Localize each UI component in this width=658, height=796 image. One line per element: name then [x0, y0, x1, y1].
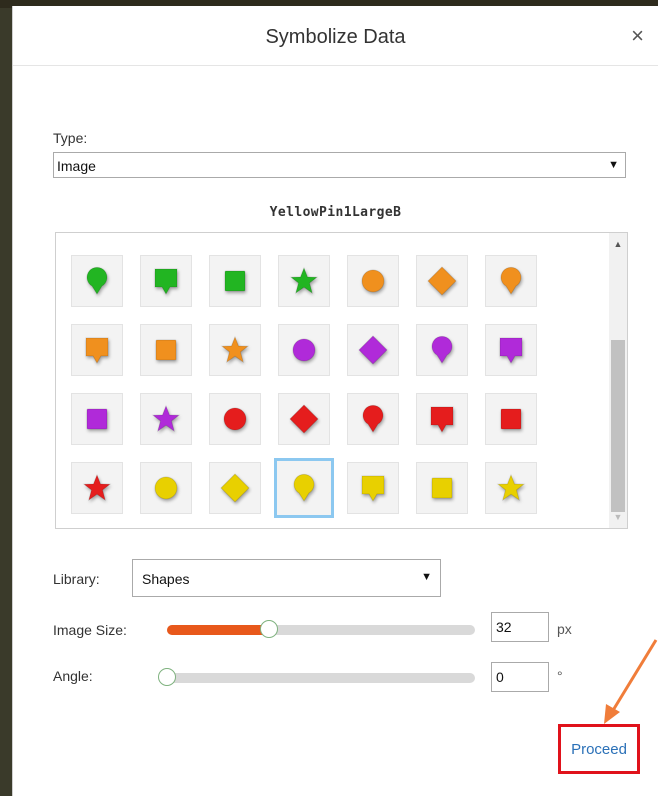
- chevron-down-icon: ▼: [608, 159, 619, 171]
- callout-icon: [85, 337, 109, 365]
- square-icon: [431, 477, 453, 499]
- star-icon: [220, 335, 250, 364]
- pin-icon: [500, 266, 522, 295]
- proceed-highlight-box: Proceed: [558, 724, 640, 774]
- square-icon: [86, 408, 108, 430]
- circle-icon: [361, 269, 385, 293]
- dialog-title: Symbolize Data: [265, 26, 406, 48]
- scroll-up-icon[interactable]: ▲: [609, 239, 627, 249]
- proceed-button[interactable]: Proceed: [561, 727, 637, 771]
- star-icon: [496, 473, 526, 502]
- symbolize-data-dialog: Symbolize Data × Type: Image ▼ YellowPin…: [12, 6, 658, 796]
- dialog-titlebar: Symbolize Data ×: [13, 6, 658, 66]
- image-size-label: Image Size:: [53, 622, 127, 638]
- symbol-cell-orange-square[interactable]: [140, 324, 192, 376]
- angle-slider-handle[interactable]: [158, 668, 176, 686]
- symbol-cell-purple-circle[interactable]: [278, 324, 330, 376]
- selected-symbol-name: YellowPin1LargeB: [269, 205, 402, 220]
- callout-icon: [154, 268, 178, 296]
- square-icon: [500, 408, 522, 430]
- square-icon: [155, 339, 177, 361]
- image-size-slider-fill: [167, 625, 269, 635]
- image-size-unit: px: [557, 621, 572, 637]
- callout-icon: [499, 337, 523, 365]
- scroll-down-icon[interactable]: ▼: [609, 512, 627, 522]
- callout-icon: [361, 475, 385, 503]
- library-select[interactable]: Shapes ▼: [132, 559, 441, 597]
- star-icon: [151, 404, 181, 433]
- angle-label: Angle:: [53, 668, 93, 684]
- angle-input[interactable]: 0: [491, 662, 549, 692]
- library-label: Library:: [53, 571, 100, 587]
- circle-icon: [154, 476, 178, 500]
- diamond-icon: [220, 473, 250, 503]
- symbol-cell-green-star[interactable]: [278, 255, 330, 307]
- symbol-cell-purple-callout[interactable]: [485, 324, 537, 376]
- pin-icon: [293, 473, 315, 502]
- symbol-cell-orange-circle[interactable]: [347, 255, 399, 307]
- chevron-down-icon: ▼: [421, 571, 432, 583]
- star-icon: [82, 473, 112, 502]
- circle-icon: [223, 407, 247, 431]
- symbol-cell-green-pin[interactable]: [71, 255, 123, 307]
- pin-icon: [431, 335, 453, 364]
- image-size-input[interactable]: 32: [491, 612, 549, 642]
- image-size-slider-handle[interactable]: [259, 620, 278, 638]
- square-icon: [224, 270, 246, 292]
- scrollbar-thumb[interactable]: [611, 340, 625, 512]
- diamond-icon: [427, 266, 457, 296]
- symbol-cell-yellow-callout[interactable]: [347, 462, 399, 514]
- symbol-cell-red-star[interactable]: [71, 462, 123, 514]
- symbol-cell-red-pin[interactable]: [347, 393, 399, 445]
- symbol-cell-purple-star[interactable]: [140, 393, 192, 445]
- symbol-cell-yellow-circle[interactable]: [140, 462, 192, 514]
- star-icon: [289, 266, 319, 295]
- symbol-cell-green-callout[interactable]: [140, 255, 192, 307]
- symbol-cell-yellow-star[interactable]: [485, 462, 537, 514]
- circle-icon: [292, 338, 316, 362]
- annotation-arrow-icon: [604, 639, 658, 724]
- symbol-cell-yellow-square[interactable]: [416, 462, 468, 514]
- type-select-value: Image: [57, 158, 96, 174]
- symbol-cell-orange-diamond[interactable]: [416, 255, 468, 307]
- symbol-cell-orange-pin[interactable]: [485, 255, 537, 307]
- callout-icon: [430, 406, 454, 434]
- gallery-scrollbar[interactable]: ▲ ▼: [609, 233, 627, 528]
- symbol-cell-orange-star[interactable]: [209, 324, 261, 376]
- type-select[interactable]: Image ▼: [53, 152, 626, 178]
- symbol-cell-red-circle[interactable]: [209, 393, 261, 445]
- pin-icon: [86, 266, 108, 295]
- symbol-cell-yellow-pin[interactable]: [274, 458, 334, 518]
- symbol-cell-purple-diamond[interactable]: [347, 324, 399, 376]
- symbol-cell-green-square[interactable]: [209, 255, 261, 307]
- angle-slider[interactable]: [158, 668, 475, 686]
- library-select-value: Shapes: [142, 571, 190, 587]
- pin-icon: [362, 404, 384, 433]
- diamond-icon: [289, 404, 319, 434]
- symbol-gallery: ▲ ▼: [55, 232, 628, 529]
- diamond-icon: [358, 335, 388, 365]
- symbol-cell-red-callout[interactable]: [416, 393, 468, 445]
- close-icon[interactable]: ×: [631, 24, 644, 48]
- symbol-cell-yellow-diamond[interactable]: [209, 462, 261, 514]
- angle-unit: °: [557, 668, 563, 684]
- symbol-cell-red-square[interactable]: [485, 393, 537, 445]
- symbol-cell-purple-square[interactable]: [71, 393, 123, 445]
- symbol-cell-purple-pin[interactable]: [416, 324, 468, 376]
- type-label: Type:: [53, 130, 88, 146]
- image-size-slider[interactable]: [167, 620, 475, 638]
- symbol-cell-orange-callout[interactable]: [71, 324, 123, 376]
- symbol-cell-red-diamond[interactable]: [278, 393, 330, 445]
